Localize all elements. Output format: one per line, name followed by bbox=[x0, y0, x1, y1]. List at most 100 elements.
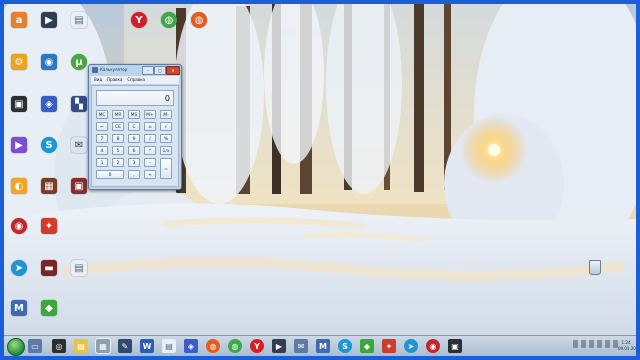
word-icon[interactable]: W bbox=[140, 339, 154, 353]
tray-icon[interactable] bbox=[581, 340, 586, 348]
desktop-icon[interactable]: ▶ bbox=[38, 12, 60, 29]
notepad-icon[interactable]: ▤ bbox=[162, 339, 176, 353]
system-tray bbox=[573, 340, 618, 348]
key-4[interactable]: 4 bbox=[96, 146, 108, 155]
key-sqrt[interactable]: √ bbox=[160, 122, 172, 131]
key-reciprocal[interactable]: 1/x bbox=[160, 146, 172, 155]
desktop-icon[interactable]: ▦ bbox=[38, 178, 60, 195]
desktop-icon[interactable]: µ bbox=[68, 54, 90, 71]
desktop-icon[interactable]: ▣ bbox=[8, 96, 30, 113]
photo-icon: ◐ bbox=[11, 178, 27, 194]
menu-help[interactable]: Справка bbox=[127, 76, 145, 84]
desktop-icon[interactable]: Y bbox=[128, 12, 150, 29]
tray-icon[interactable] bbox=[589, 340, 594, 348]
key-3[interactable]: 3 bbox=[128, 158, 140, 167]
desktop-icon[interactable]: ▣ bbox=[68, 178, 90, 195]
key-0[interactable]: 0 bbox=[96, 170, 124, 179]
telegram-icon: ➤ bbox=[11, 260, 27, 276]
calculator-body: 0 MC MR MS M+ M- ← CE C ± √ 7 8 9 / % 4 … bbox=[91, 85, 179, 187]
calculator-icon[interactable]: ▦ bbox=[95, 338, 111, 354]
desktop-icon[interactable]: ▬ bbox=[38, 260, 60, 277]
desktop-icon[interactable]: ✦ bbox=[38, 218, 60, 235]
telegram-icon[interactable]: ➤ bbox=[404, 339, 418, 353]
tray-icon[interactable] bbox=[605, 340, 610, 348]
chrome-icon[interactable]: ◍ bbox=[228, 339, 242, 353]
minimize-button[interactable]: – bbox=[142, 66, 154, 75]
clock-date: 09.01.2020 bbox=[618, 346, 636, 351]
window-title: Калькулятор bbox=[100, 67, 128, 72]
desktop-icon[interactable]: ✉ bbox=[68, 137, 90, 154]
desktop-icon[interactable]: M bbox=[8, 300, 30, 317]
pen-icon[interactable]: ✎ bbox=[118, 339, 132, 353]
desktop-icon[interactable]: ➤ bbox=[8, 260, 30, 277]
firefox-icon[interactable]: ◍ bbox=[206, 339, 220, 353]
key-m-minus[interactable]: M- bbox=[160, 110, 172, 119]
key-2[interactable]: 2 bbox=[112, 158, 124, 167]
antivirus-icon[interactable]: ✦ bbox=[382, 339, 396, 353]
skype-icon: S bbox=[41, 137, 57, 153]
clock[interactable]: 1:24 09.01.2020 bbox=[618, 340, 636, 352]
mail-client-icon[interactable]: M bbox=[316, 339, 330, 353]
desktop-icon[interactable]: ▚ bbox=[68, 96, 90, 113]
key-percent[interactable]: % bbox=[160, 134, 172, 143]
desktop-icon[interactable]: ▤ bbox=[68, 260, 90, 277]
desktop-icon[interactable]: ▤ bbox=[68, 12, 90, 29]
key-9[interactable]: 9 bbox=[128, 134, 140, 143]
desktop-icon[interactable]: a bbox=[8, 12, 30, 29]
key-subtract[interactable]: - bbox=[144, 158, 156, 167]
key-backspace[interactable]: ← bbox=[96, 122, 108, 131]
key-m-plus[interactable]: M+ bbox=[144, 110, 156, 119]
title-bar[interactable]: Калькулятор – □ ✕ bbox=[89, 65, 181, 75]
menu-view[interactable]: Вид bbox=[94, 76, 102, 84]
desktop-icon[interactable]: ◍ bbox=[158, 12, 180, 29]
desktop-icon[interactable]: ◐ bbox=[8, 178, 30, 195]
close-button[interactable]: ✕ bbox=[166, 66, 180, 75]
key-multiply[interactable]: * bbox=[144, 146, 156, 155]
desktop-icon[interactable]: ◈ bbox=[38, 96, 60, 113]
recycle-bin[interactable] bbox=[584, 260, 606, 275]
network-adapter-icon: ▚ bbox=[71, 96, 87, 112]
network-icon: ◉ bbox=[41, 54, 57, 70]
desktop-icon[interactable]: S bbox=[38, 137, 60, 154]
shape-icon[interactable]: ◆ bbox=[360, 339, 374, 353]
record-icon[interactable]: ◉ bbox=[426, 339, 440, 353]
desktop-icon[interactable]: ⚙ bbox=[8, 54, 30, 71]
browser-icon[interactable]: ◈ bbox=[184, 339, 198, 353]
desktop-icon[interactable]: ▶ bbox=[8, 137, 30, 154]
key-c[interactable]: C bbox=[128, 122, 140, 131]
skype-icon[interactable]: S bbox=[338, 339, 352, 353]
player-icon[interactable]: ▶ bbox=[272, 339, 286, 353]
folder-icon[interactable]: ▤ bbox=[74, 339, 88, 353]
start-button[interactable] bbox=[7, 338, 25, 356]
tray-icon[interactable] bbox=[573, 340, 578, 348]
menu-edit[interactable]: Правка bbox=[107, 76, 122, 84]
key-negate[interactable]: ± bbox=[144, 122, 156, 131]
mail-icon[interactable]: ✉ bbox=[294, 339, 308, 353]
key-ms[interactable]: MS bbox=[128, 110, 140, 119]
key-mr[interactable]: MR bbox=[112, 110, 124, 119]
desktop-icon[interactable]: ◉ bbox=[8, 218, 30, 235]
explorer-icon[interactable]: ▭ bbox=[28, 339, 42, 353]
screen-capture-icon[interactable]: ▣ bbox=[448, 339, 462, 353]
desktop-icon[interactable]: ◉ bbox=[38, 54, 60, 71]
taskbar: ▭ ◎ ▤ ▦ ✎ W ▤ ◈ ◍ ◍ Y ▶ ✉ M S ◆ ✦ ➤ ◉ ▣ … bbox=[4, 335, 636, 356]
chrome-icon: ◍ bbox=[161, 12, 177, 28]
desktop-icon[interactable]: ◍ bbox=[188, 12, 210, 29]
key-5[interactable]: 5 bbox=[112, 146, 124, 155]
app-icon: a bbox=[11, 12, 27, 28]
key-add[interactable]: + bbox=[144, 170, 156, 179]
key-equals[interactable]: = bbox=[160, 158, 172, 179]
media-icon[interactable]: ◎ bbox=[52, 339, 66, 353]
key-mc[interactable]: MC bbox=[96, 110, 108, 119]
maximize-button[interactable]: □ bbox=[154, 66, 166, 75]
key-1[interactable]: 1 bbox=[96, 158, 108, 167]
yandex-icon[interactable]: Y bbox=[250, 339, 264, 353]
key-6[interactable]: 6 bbox=[128, 146, 140, 155]
desktop-icon[interactable]: ◆ bbox=[38, 300, 60, 317]
key-ce[interactable]: CE bbox=[112, 122, 124, 131]
key-8[interactable]: 8 bbox=[112, 134, 124, 143]
key-decimal[interactable]: , bbox=[128, 170, 140, 179]
key-7[interactable]: 7 bbox=[96, 134, 108, 143]
tray-icon[interactable] bbox=[597, 340, 602, 348]
key-divide[interactable]: / bbox=[144, 134, 156, 143]
